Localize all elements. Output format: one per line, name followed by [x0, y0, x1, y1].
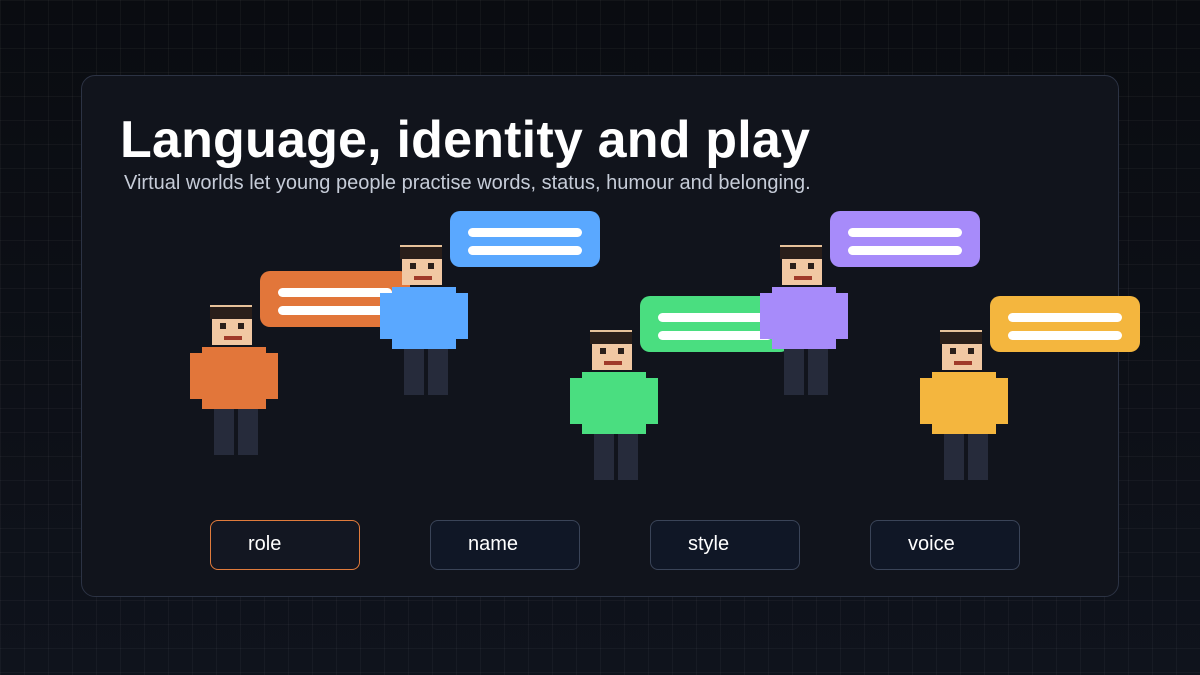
- chip-name[interactable]: name: [430, 520, 580, 570]
- avatar-leg: [968, 434, 988, 480]
- avatar-eye: [950, 348, 956, 354]
- avatar-leg: [428, 349, 448, 395]
- bubble-text-line: [468, 228, 582, 237]
- avatar-character: [380, 245, 468, 397]
- avatar-eye: [600, 348, 606, 354]
- avatar-arm: [920, 378, 932, 424]
- avatar-mouth: [794, 276, 812, 280]
- bubble-text-line: [658, 313, 772, 322]
- speech-bubble: [990, 296, 1140, 352]
- slide-subtitle: Virtual worlds let young people practise…: [124, 172, 811, 194]
- avatar-eye: [238, 323, 244, 329]
- avatar-eye: [428, 263, 434, 269]
- avatar-mouth: [954, 361, 972, 365]
- avatar-hairline: [590, 330, 632, 332]
- avatar-leg: [944, 434, 964, 480]
- avatar-face: [782, 259, 822, 285]
- avatar-hairline: [780, 245, 822, 247]
- avatar-hairline: [210, 305, 252, 307]
- avatar-shirt: [392, 287, 456, 349]
- avatar-eye: [968, 348, 974, 354]
- avatar-leg: [238, 409, 258, 455]
- avatar-mouth: [414, 276, 432, 280]
- avatar-leg: [594, 434, 614, 480]
- avatar-arm: [760, 293, 772, 339]
- avatar-arm: [456, 293, 468, 339]
- avatar-eye: [220, 323, 226, 329]
- avatar-hairline: [400, 245, 442, 247]
- avatar-hair: [210, 305, 252, 319]
- speech-bubble: [450, 211, 600, 267]
- avatar-leg: [808, 349, 828, 395]
- chip-style[interactable]: style: [650, 520, 800, 570]
- avatar-eye: [618, 348, 624, 354]
- avatar-mouth: [604, 361, 622, 365]
- avatar-face: [942, 344, 982, 370]
- avatar-shirt: [202, 347, 266, 409]
- avatar-face: [212, 319, 252, 345]
- avatar-character: [570, 330, 658, 482]
- bubble-text-line: [848, 228, 962, 237]
- avatar-leg: [784, 349, 804, 395]
- avatar-arm: [266, 353, 278, 399]
- avatar-arm: [380, 293, 392, 339]
- avatar-shirt: [772, 287, 836, 349]
- chip-voice[interactable]: voice: [870, 520, 1020, 570]
- bubble-text-line: [1008, 313, 1122, 322]
- avatar-arm: [570, 378, 582, 424]
- bubble-text-line: [468, 246, 582, 255]
- speech-bubble: [830, 211, 980, 267]
- bubble-text-line: [278, 306, 392, 315]
- bubble-text-line: [1008, 331, 1122, 340]
- avatar-character: [760, 245, 848, 397]
- avatar-hair: [940, 330, 982, 344]
- avatar-leg: [618, 434, 638, 480]
- avatar-leg: [404, 349, 424, 395]
- chip-role[interactable]: role: [210, 520, 360, 570]
- avatar-hair: [400, 245, 442, 259]
- avatar-leg: [214, 409, 234, 455]
- avatar-arm: [646, 378, 658, 424]
- avatar-eye: [410, 263, 416, 269]
- slide-title: Language, identity and play: [120, 111, 811, 169]
- avatar-character: [920, 330, 1008, 482]
- avatar-hair: [590, 330, 632, 344]
- bubble-text-line: [848, 246, 962, 255]
- bubble-text-line: [658, 331, 772, 340]
- avatar-arm: [190, 353, 202, 399]
- avatar-face: [592, 344, 632, 370]
- avatar-character: [190, 305, 278, 457]
- avatar-shirt: [582, 372, 646, 434]
- avatar-arm: [996, 378, 1008, 424]
- avatar-shirt: [932, 372, 996, 434]
- avatar-eye: [790, 263, 796, 269]
- avatar-eye: [808, 263, 814, 269]
- avatar-face: [402, 259, 442, 285]
- bubble-text-line: [278, 288, 392, 297]
- avatar-arm: [836, 293, 848, 339]
- avatar-hair: [780, 245, 822, 259]
- avatar-mouth: [224, 336, 242, 340]
- avatar-hairline: [940, 330, 982, 332]
